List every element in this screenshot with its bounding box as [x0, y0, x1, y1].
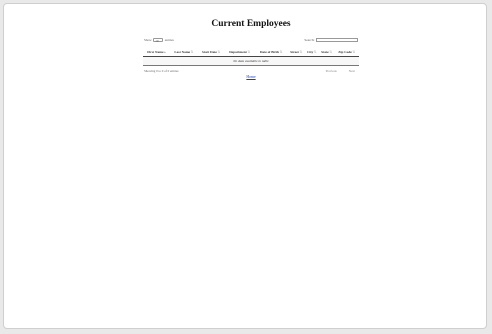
sort-icon: ⇅ — [217, 49, 221, 54]
entries-length-control: Show 10 entries — [144, 38, 174, 43]
home-link[interactable]: Home — [143, 75, 359, 79]
sort-icon: ⇅ — [313, 49, 317, 54]
sort-icon: ⇅ — [247, 49, 251, 54]
column-header-zip-code[interactable]: Zip Code⇅ — [334, 48, 359, 57]
column-header-first-name[interactable]: First Name▴ — [143, 48, 170, 57]
sort-icon: ⇅ — [190, 49, 194, 54]
sort-icon: ⇅ — [299, 49, 303, 54]
show-label: Show — [144, 38, 152, 42]
page-title: Current Employees — [211, 19, 291, 29]
pagination: Previous Next — [326, 69, 355, 73]
column-header-last-name[interactable]: Last Name⇅ — [169, 48, 198, 57]
sort-icon: ▴ — [164, 49, 166, 54]
employee-table: First Name▴ Last Name⇅ Start Date⇅ Depar… — [143, 48, 359, 66]
next-button[interactable]: Next — [349, 69, 355, 73]
entries-label: entries — [164, 38, 174, 42]
search-label: Search: — [304, 38, 315, 42]
column-header-street[interactable]: Street⇅ — [287, 48, 305, 57]
table-info: Showing 0 to 0 of 0 entries — [144, 69, 179, 73]
empty-table-message: No data available in table — [143, 56, 359, 66]
table-row: No data available in table — [143, 56, 359, 66]
search-input[interactable] — [316, 38, 358, 42]
browser-page: Current Employees Show 10 entries Search… — [3, 3, 487, 329]
column-header-department[interactable]: Department⇅ — [224, 48, 255, 57]
sort-icon: ⇅ — [279, 49, 283, 54]
sort-icon: ⇅ — [329, 49, 332, 54]
column-header-start-date[interactable]: Start Date⇅ — [197, 48, 225, 57]
column-header-city[interactable]: City⇅ — [304, 48, 319, 57]
column-header-date-of-birth[interactable]: Date of Birth⇅ — [254, 48, 288, 57]
search-control: Search: — [304, 38, 358, 42]
sort-icon: ⇅ — [352, 49, 356, 54]
entries-length-select[interactable]: 10 — [153, 38, 164, 43]
table-controls: Show 10 entries Search: — [143, 38, 359, 46]
table-header-row: First Name▴ Last Name⇅ Start Date⇅ Depar… — [143, 48, 359, 57]
previous-button[interactable]: Previous — [326, 69, 337, 73]
column-header-state[interactable]: State⇅ — [318, 48, 335, 57]
table-footer: Showing 0 to 0 of 0 entries Previous Nex… — [143, 69, 359, 74]
